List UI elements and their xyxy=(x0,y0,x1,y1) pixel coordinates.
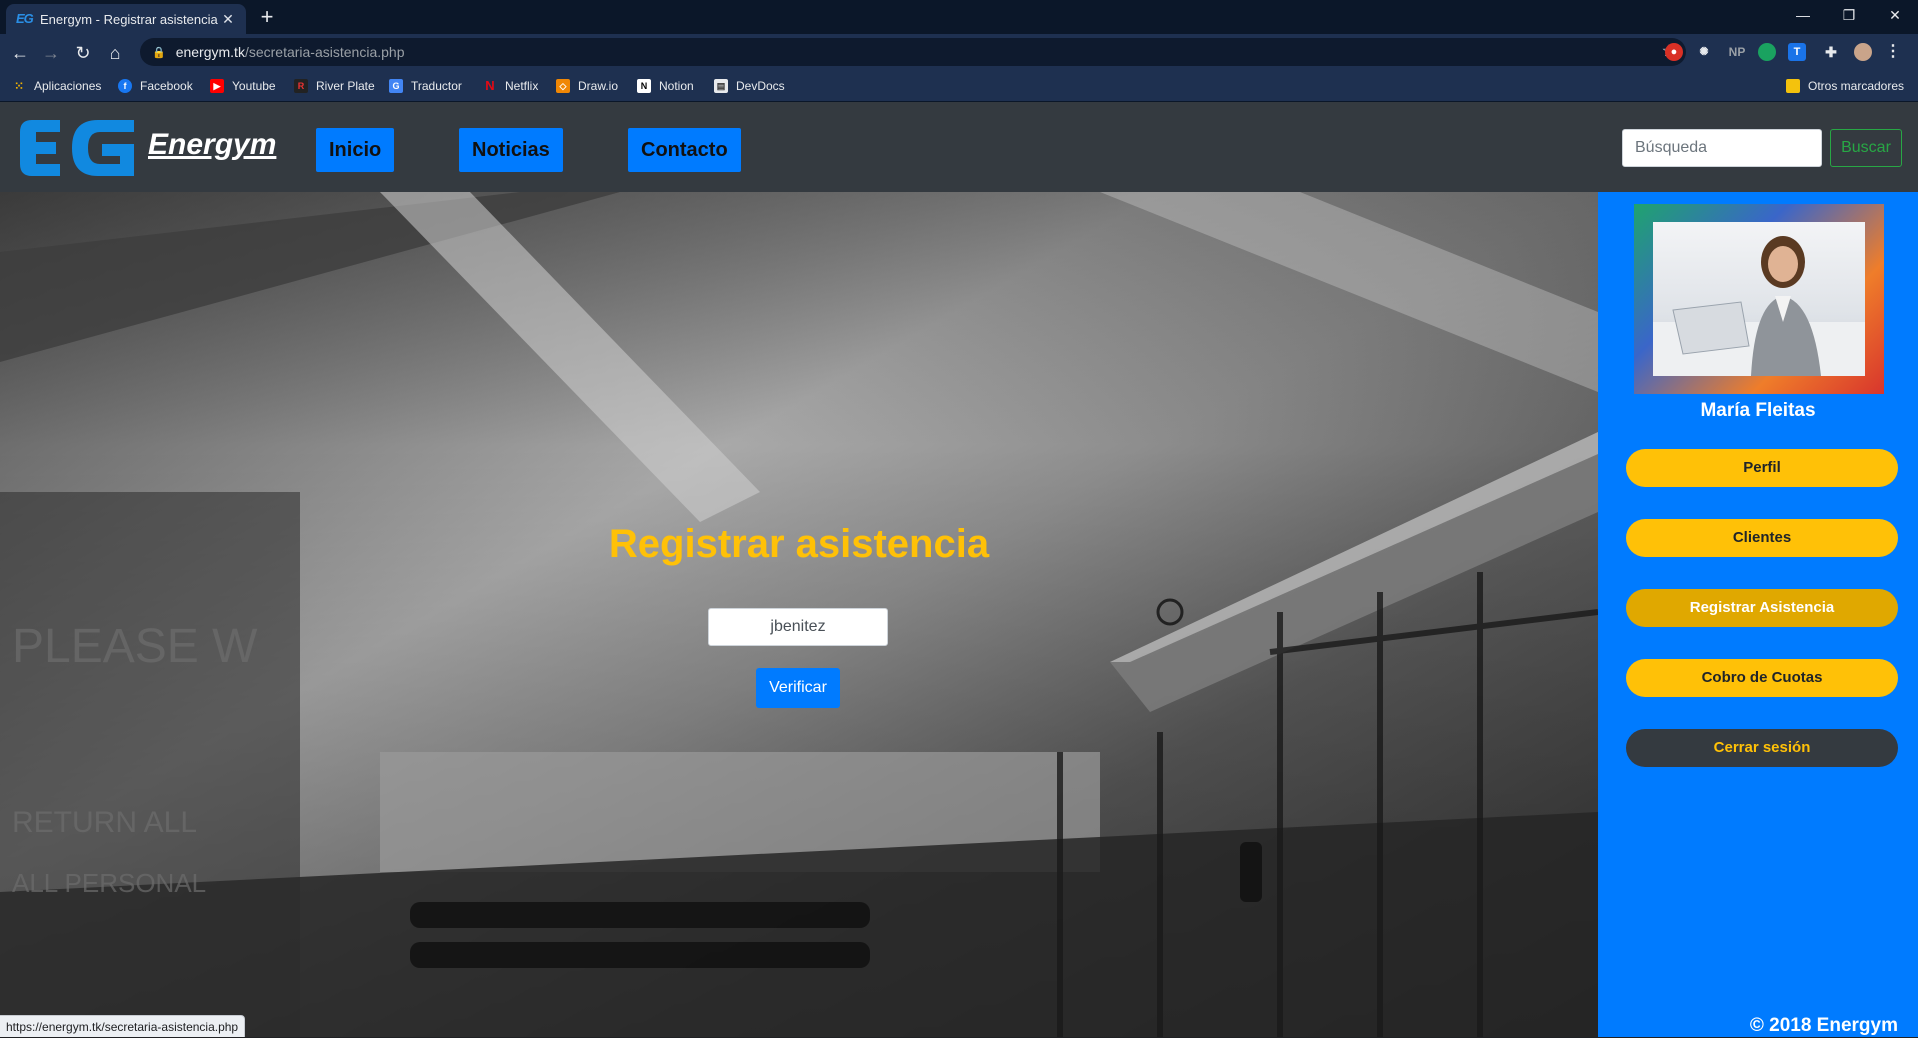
url-path: /secretaria-asistencia.php xyxy=(245,44,405,60)
bookmark-label: Netflix xyxy=(505,79,538,93)
bookmark-label: Aplicaciones xyxy=(34,79,101,93)
svg-text:PLEASE W: PLEASE W xyxy=(12,620,258,673)
main-content: PLEASE W RETURN ALL ALL PERSONAL Registr… xyxy=(0,192,1598,1037)
browser-tabstrip: EG Energym - Registrar asistencia ✕ + — … xyxy=(0,0,1918,34)
avatar xyxy=(1653,222,1865,376)
user-photo-icon xyxy=(1653,222,1865,376)
home-icon[interactable]: ⌂ xyxy=(102,40,128,66)
new-tab-icon[interactable]: + xyxy=(256,7,278,29)
profile-avatar-icon[interactable] xyxy=(1854,43,1872,61)
logout-button[interactable]: Cerrar sesión xyxy=(1626,729,1898,767)
tab-title: Energym - Registrar asistencia xyxy=(40,12,220,27)
translate-icon: G xyxy=(389,79,403,93)
avatar-frame xyxy=(1634,204,1884,394)
minimize-icon[interactable]: — xyxy=(1780,0,1826,30)
bookmark-drawio[interactable]: ◇ Draw.io xyxy=(556,77,618,95)
restore-icon[interactable]: ❐ xyxy=(1826,0,1872,30)
extension-red-icon[interactable]: ● xyxy=(1665,43,1683,61)
page-title: Registrar asistencia xyxy=(0,522,1598,567)
browser-toolbar: ← → ↻ ⌂ 🔒 energym.tk/secretaria-asistenc… xyxy=(0,34,1918,70)
bookmark-label: Traductor xyxy=(411,79,462,93)
cobro-de-cuotas-button[interactable]: Cobro de Cuotas xyxy=(1626,659,1898,697)
registrar-asistencia-button[interactable]: Registrar Asistencia xyxy=(1626,589,1898,627)
url-host: energym.tk xyxy=(176,44,245,60)
user-name: María Fleitas xyxy=(1598,400,1918,422)
site-navbar: Energym Inicio Noticias Contacto Buscar xyxy=(0,102,1918,192)
username-input[interactable] xyxy=(708,608,888,646)
youtube-icon: ▶ xyxy=(210,79,224,93)
forward-icon[interactable]: → xyxy=(38,40,64,66)
bookmark-aplicaciones[interactable]: ⁙ Aplicaciones xyxy=(12,77,101,95)
address-bar[interactable]: 🔒 energym.tk/secretaria-asistencia.php ☆ xyxy=(140,38,1686,66)
verify-button[interactable]: Verificar xyxy=(756,668,840,708)
notion-icon: N xyxy=(637,79,651,93)
nav-inicio[interactable]: Inicio xyxy=(316,128,394,172)
reload-icon[interactable]: ↻ xyxy=(70,40,96,66)
bookmark-other[interactable]: Otros marcadores xyxy=(1786,77,1904,95)
brand-name[interactable]: Energym xyxy=(148,128,276,162)
extension-react-icon[interactable]: ✺ xyxy=(1695,43,1713,61)
energym-favicon-icon: EG xyxy=(16,11,32,27)
clientes-button[interactable]: Clientes xyxy=(1626,519,1898,557)
lock-icon: 🔒 xyxy=(152,46,166,59)
facebook-icon: f xyxy=(118,79,132,93)
bookmark-facebook[interactable]: f Facebook xyxy=(118,77,193,95)
bookmark-label: DevDocs xyxy=(736,79,785,93)
apps-grid-icon: ⁙ xyxy=(12,79,26,93)
search-button[interactable]: Buscar xyxy=(1830,129,1902,167)
folder-icon xyxy=(1786,79,1800,93)
devdocs-icon: ▤ xyxy=(714,79,728,93)
bookmark-netflix[interactable]: N Netflix xyxy=(483,77,538,95)
extension-np-icon[interactable]: NP xyxy=(1725,43,1749,61)
river-plate-icon: R xyxy=(294,79,308,93)
bookmark-label: Otros marcadores xyxy=(1808,79,1904,93)
browser-tab[interactable]: EG Energym - Registrar asistencia ✕ xyxy=(6,4,246,34)
bookmarks-bar: ⁙ Aplicaciones f Facebook ▶ Youtube R Ri… xyxy=(0,70,1918,102)
bookmark-notion[interactable]: N Notion xyxy=(637,77,694,95)
extension-green-icon[interactable] xyxy=(1758,43,1776,61)
bookmark-label: River Plate xyxy=(316,79,375,93)
bookmark-river-plate[interactable]: R River Plate xyxy=(294,77,375,95)
browser-menu-icon[interactable]: ⋮ xyxy=(1884,43,1902,61)
user-sidebar: María Fleitas Perfil Clientes Registrar … xyxy=(1598,192,1918,1037)
energym-logo-icon[interactable] xyxy=(16,114,140,182)
extensions-puzzle-icon[interactable]: ✚ xyxy=(1822,43,1840,61)
search-input[interactable] xyxy=(1622,129,1822,167)
copyright: © 2018 Energym xyxy=(1750,1015,1898,1037)
extension-translate-icon[interactable]: T xyxy=(1788,43,1806,61)
nav-noticias[interactable]: Noticias xyxy=(459,128,563,172)
close-tab-icon[interactable]: ✕ xyxy=(220,11,236,27)
status-bar-url: https://energym.tk/secretaria-asistencia… xyxy=(0,1015,245,1037)
bookmark-traductor[interactable]: G Traductor xyxy=(389,77,462,95)
bookmark-youtube[interactable]: ▶ Youtube xyxy=(210,77,276,95)
netflix-icon: N xyxy=(483,79,497,93)
bookmark-devdocs[interactable]: ▤ DevDocs xyxy=(714,77,785,95)
svg-text:RETURN ALL: RETURN ALL xyxy=(12,806,197,839)
svg-text:ALL PERSONAL: ALL PERSONAL xyxy=(12,868,206,898)
bookmark-label: Facebook xyxy=(140,79,193,93)
bookmark-label: Draw.io xyxy=(578,79,618,93)
drawio-icon: ◇ xyxy=(556,79,570,93)
bookmark-label: Youtube xyxy=(232,79,276,93)
nav-contacto[interactable]: Contacto xyxy=(628,128,741,172)
perfil-button[interactable]: Perfil xyxy=(1626,449,1898,487)
close-window-icon[interactable]: ✕ xyxy=(1872,0,1918,30)
back-icon[interactable]: ← xyxy=(7,40,33,66)
bookmark-label: Notion xyxy=(659,79,694,93)
